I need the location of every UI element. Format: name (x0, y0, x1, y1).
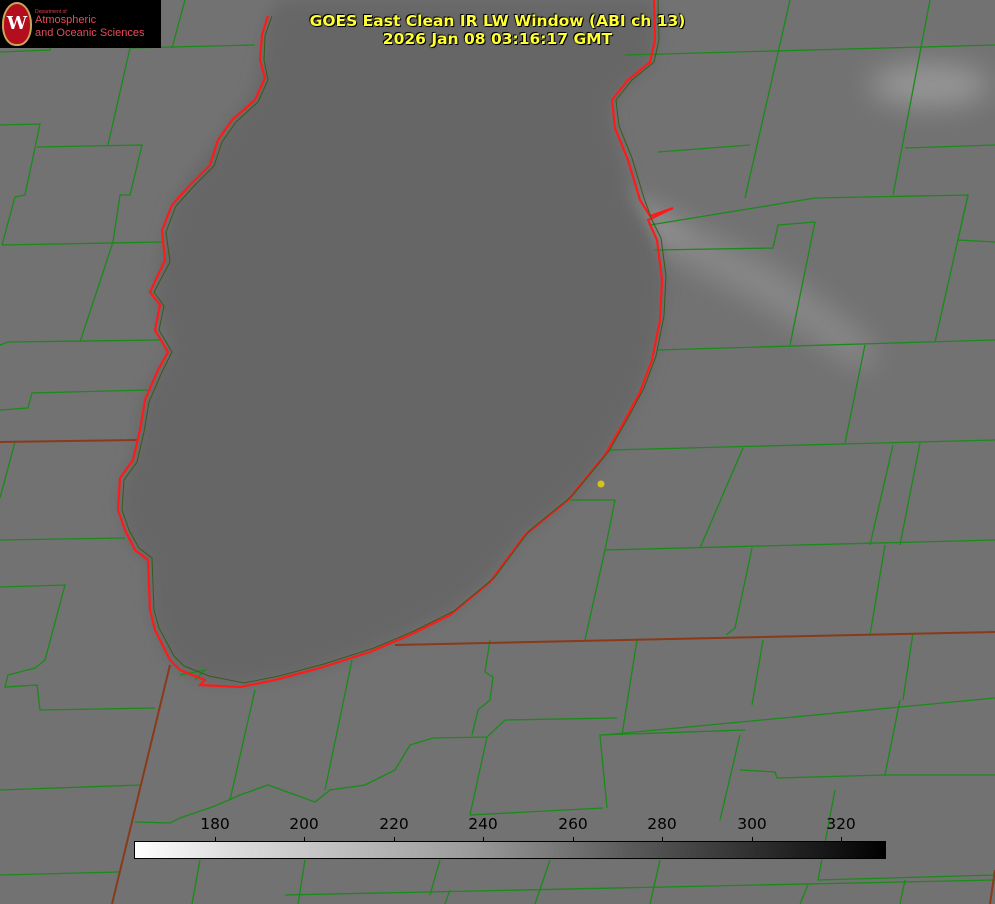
colorbar-tick: 320 (826, 815, 856, 833)
colorbar-tick: 240 (468, 815, 498, 833)
colorbar-tick: 280 (647, 815, 677, 833)
colorbar-tick: 200 (289, 815, 319, 833)
image-timestamp: 2026 Jan 08 03:16:17 GMT (382, 30, 613, 48)
colorbar-tick: 300 (737, 815, 767, 833)
colorbar-tick: 220 (379, 815, 409, 833)
image-title: GOES East Clean IR LW Window (ABI ch 13) (309, 12, 686, 30)
satellite-map-viewer: W Department of Atmospheric and Oceanic … (0, 0, 995, 904)
colorbar-tick: 180 (200, 815, 230, 833)
ir-map (0, 0, 995, 904)
colorbar-tick: 260 (558, 815, 588, 833)
colorbar-gradient (134, 841, 886, 859)
location-marker (597, 480, 605, 488)
